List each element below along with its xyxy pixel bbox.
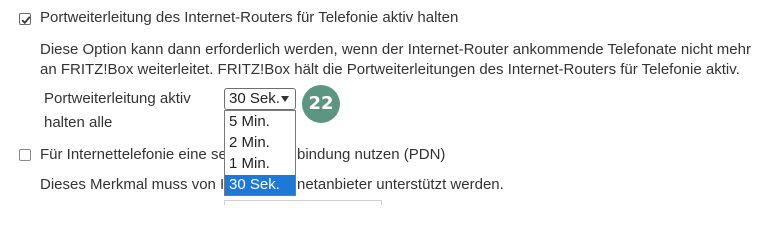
pdn-label-end[interactable]: bindung nutzen (PDN) xyxy=(297,145,445,165)
option-2-min[interactable]: 2 Min. xyxy=(225,133,295,153)
option-30-sek[interactable]: 30 Sek. xyxy=(225,175,295,195)
interval-select-value: 30 Sek. xyxy=(229,90,280,107)
option-1-min[interactable]: 1 Min. xyxy=(225,154,295,174)
option-5-min[interactable]: 5 Min. xyxy=(225,112,295,132)
keep-ports-description-line2: an FRITZ!Box weiterleitet. FRITZ!Box häl… xyxy=(40,61,740,78)
interval-select[interactable]: 30 Sek. xyxy=(224,88,296,110)
pdn-description-start: Dieses Merkmal muss von Ih xyxy=(40,176,233,193)
interval-label-continued: halten alle xyxy=(44,114,113,131)
pdn-checkbox[interactable] xyxy=(19,149,31,161)
pdn-description-end: netanbieter unterstützt werden. xyxy=(297,176,504,193)
checkmark-icon xyxy=(21,16,31,25)
pdn-label-start[interactable]: Für Internettelefonie eine se xyxy=(40,145,227,165)
telephony-settings-panel: Portweiterleitung des Internet-Routers f… xyxy=(0,0,773,205)
interval-label: Portweiterleitung aktiv xyxy=(44,90,191,107)
chevron-down-icon xyxy=(281,96,289,102)
partial-input-field[interactable] xyxy=(224,200,382,205)
callout-badge: 22 xyxy=(302,85,340,123)
interval-dropdown-list: 5 Min. 2 Min. 1 Min. 30 Sek. xyxy=(224,110,296,196)
keep-ports-active-checkbox[interactable] xyxy=(19,13,31,25)
keep-ports-active-label[interactable]: Portweiterleitung des Internet-Routers f… xyxy=(40,8,458,28)
keep-ports-description-line1: Diese Option kann dann erforderlich werd… xyxy=(40,41,751,58)
